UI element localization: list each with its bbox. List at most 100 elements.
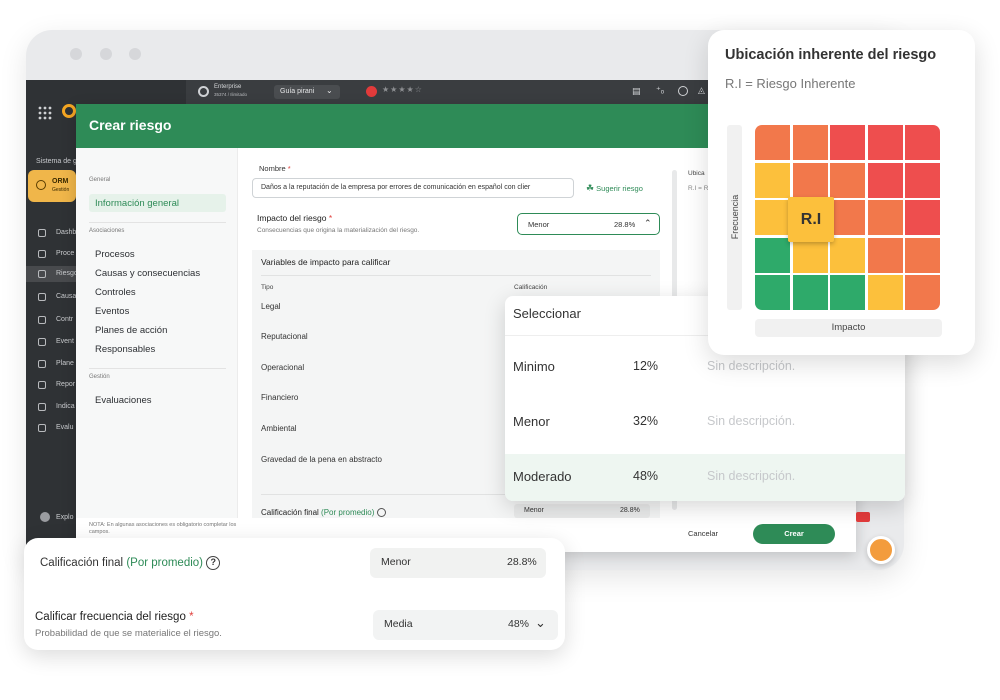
sidebar-item-8[interactable]: Indica <box>56 403 75 410</box>
modal-final-method: (Por promedio) <box>321 508 375 517</box>
help-icon[interactable]: ? <box>206 556 221 570</box>
dropdown-option[interactable]: Moderado 48% Sin descripción. <box>505 454 905 501</box>
frequency-value: Media <box>384 618 413 630</box>
option-name: Moderado <box>513 469 572 484</box>
window-dot <box>100 48 112 60</box>
col-rating-header: Calificación <box>514 284 548 291</box>
modal-final-value-box: Menor 28.8% <box>514 504 650 518</box>
sidebar-item-0[interactable]: Dashb <box>56 229 76 236</box>
final-rating-value: Menor <box>381 556 411 568</box>
nav-item-general-info[interactable]: Información general <box>95 198 179 209</box>
sidebar-item-3[interactable]: Causa <box>56 293 76 300</box>
heatmap-cell-red <box>905 200 940 235</box>
variable-row-label: Ambiental <box>261 424 297 433</box>
ri-marker: R.I <box>788 197 834 242</box>
nav-section-associations: Asociaciones <box>89 228 125 234</box>
required-mark: * <box>189 611 194 623</box>
create-button[interactable]: Crear <box>753 524 835 544</box>
risk-icon <box>38 270 46 278</box>
name-label: Nombre * <box>259 164 291 173</box>
impact-help: Consecuencias que origina la materializa… <box>257 227 420 234</box>
nav-item-association[interactable]: Causas y consecuencias <box>95 268 200 279</box>
col-type-header: Tipo <box>261 284 274 291</box>
risk-name-input[interactable]: Daños a la reputación de la empresa por … <box>252 178 574 198</box>
heatmap-cell-orange <box>792 125 828 160</box>
modal-title: Crear riesgo <box>89 117 172 133</box>
nav-item-association[interactable]: Eventos <box>95 306 129 317</box>
option-pct: 48% <box>633 469 659 483</box>
nav-item-association[interactable]: Planes de acción <box>95 325 167 336</box>
bell-icon[interactable]: ◬ <box>698 85 705 96</box>
side-tab[interactable] <box>856 512 870 522</box>
app-topbar: Enterprise 35374 / Ilimitado Guía pirani… <box>186 80 746 104</box>
evaluation-icon <box>38 424 46 432</box>
docs-icon[interactable]: ▤ <box>632 86 641 97</box>
impact-label-text: Impacto del riesgo <box>257 213 327 223</box>
sidebar-item-9[interactable]: Evalu <box>56 424 74 431</box>
window-dot <box>129 48 141 60</box>
heatmap-cell-orange <box>905 275 940 310</box>
heatmap-cell-orange <box>867 237 903 273</box>
module-sub: Gestión <box>52 187 70 193</box>
nav-item-association[interactable]: Procesos <box>95 249 135 260</box>
cancel-button[interactable]: Cancelar <box>688 529 718 538</box>
plan-detail: 35374 / Ilimitado <box>214 92 248 97</box>
impact-pct: 28.8% <box>614 220 636 229</box>
chevron-up-icon: ⌃ <box>644 218 652 228</box>
chevron-down-icon: ⌄ <box>535 615 546 630</box>
x-axis-label: Impacto <box>831 322 866 333</box>
heatmap-cell-orange <box>830 162 865 198</box>
heatmap-cell-red <box>867 162 903 198</box>
suggest-risk-label: Sugerir riesgo <box>596 184 643 193</box>
process-icon <box>38 250 46 258</box>
chat-widget-icon[interactable] <box>867 536 895 564</box>
sidebar-item-5[interactable]: Event <box>56 338 74 345</box>
add-user-icon[interactable]: ⁺ₒ <box>656 85 664 96</box>
modal-final-value: Menor <box>524 507 544 514</box>
sidebar-item-4[interactable]: Contr <box>56 316 73 323</box>
suggest-risk-button[interactable]: ☘ Sugerir riesgo <box>586 183 643 194</box>
sidebar-item-6[interactable]: Plane <box>56 360 74 367</box>
control-icon <box>38 316 46 324</box>
sidebar-item-2[interactable]: Riesgo <box>56 270 78 277</box>
heatmap-cell-orange <box>792 162 828 198</box>
heatmap-cell-green <box>755 275 790 310</box>
table-divider <box>261 275 651 276</box>
guide-dropdown[interactable]: Guía pirani ⌄ <box>274 85 340 99</box>
nav-item-evaluations[interactable]: Evaluaciones <box>95 395 152 406</box>
rating-stars: ★★★★☆ <box>382 85 423 94</box>
nav-divider <box>89 368 226 369</box>
dropdown-option[interactable]: Menor 32% Sin descripción. <box>505 399 905 447</box>
variable-row-label: Operacional <box>261 363 305 372</box>
suggest-icon: ☘ <box>586 183 595 193</box>
sidebar-item-1[interactable]: Proce <box>56 250 74 257</box>
report-icon <box>38 381 46 389</box>
brand-logo-icon <box>62 104 76 118</box>
sidebar-section-label: Sistema de g <box>36 158 77 165</box>
help-icon[interactable] <box>678 86 688 96</box>
heatmap-cell-yellow <box>792 237 828 273</box>
right-panel-subtitle: R.I = R <box>688 185 709 192</box>
impact-select[interactable]: Menor 28.8% ⌃ <box>517 213 660 235</box>
nav-item-association[interactable]: Controles <box>95 287 136 298</box>
option-desc: Sin descripción. <box>707 359 796 373</box>
variable-row-label: Financiero <box>261 393 299 402</box>
help-icon[interactable] <box>376 508 386 518</box>
heatmap-cell-orange <box>830 200 865 235</box>
plan-name: Enterprise <box>214 84 242 90</box>
apps-grid-icon[interactable] <box>38 106 52 120</box>
final-rating-method: (Por promedio) <box>126 557 204 570</box>
sidebar-item-7[interactable]: Repor <box>56 381 75 388</box>
modal-final-pct: 28.8% <box>620 507 640 514</box>
variable-row-label: Reputacional <box>261 332 308 341</box>
right-panel-title: Ubica <box>688 170 705 177</box>
frequency-select[interactable]: Media 48% ⌄ <box>373 610 558 640</box>
heatmap-cell-green <box>830 275 865 310</box>
module-selector[interactable]: ORM Gestión <box>28 170 76 202</box>
indicator-icon <box>38 403 46 411</box>
heatmap-cell-yellow <box>755 200 790 235</box>
nav-item-association[interactable]: Responsables <box>95 344 155 355</box>
heatmap-cell-orange <box>755 125 790 160</box>
heatmap-cell-orange <box>867 200 903 235</box>
sidebar-footer-label[interactable]: Explo <box>56 514 74 521</box>
